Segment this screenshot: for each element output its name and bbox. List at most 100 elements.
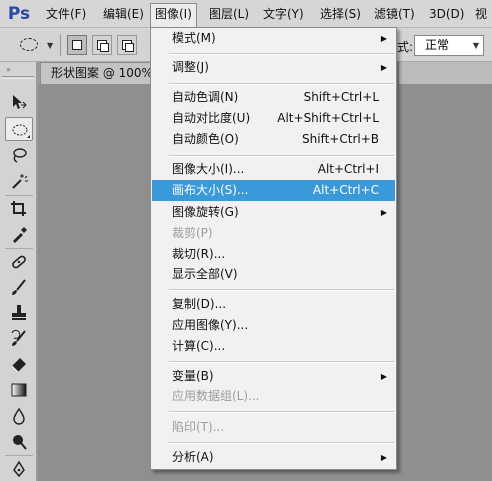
- menu-layer[interactable]: 图层(L): [205, 5, 253, 23]
- menu-edit[interactable]: 编辑(E): [99, 5, 148, 23]
- menu-item-apply-image[interactable]: 应用图像(Y)...: [152, 315, 395, 336]
- submenu-arrow-icon: ▶: [380, 63, 387, 72]
- subtract-from-selection-button[interactable]: [117, 35, 137, 55]
- eraser-glyph: [11, 358, 26, 373]
- panel-tab-strip: [398, 62, 492, 84]
- style-select[interactable]: 正常 ▼: [414, 35, 484, 56]
- document-tab[interactable]: 形状图案 @ 100%: [40, 62, 152, 84]
- menu-item-shortcut: Alt+Ctrl+C: [312, 183, 379, 197]
- clone-stamp-glyph: [12, 305, 26, 320]
- blur-drop-glyph: [13, 407, 25, 425]
- tool-divider: [5, 248, 33, 249]
- menu-3d[interactable]: 3D(D): [425, 5, 468, 23]
- menu-item-label: 自动对比度(U): [172, 111, 251, 125]
- menu-item-label: 裁剪(P): [172, 226, 213, 240]
- gradient-tool-icon[interactable]: [5, 378, 33, 402]
- menu-bar: Ps 文件(F) 编辑(E) 图像(I) 图层(L) 文字(Y) 选择(S) 滤…: [0, 0, 492, 28]
- photoshop-logo: Ps: [7, 4, 31, 24]
- menu-item-label: 显示全部(V): [172, 267, 238, 281]
- menu-file[interactable]: 文件(F): [42, 5, 90, 23]
- menu-item-trap: 陷印(T)...: [152, 417, 395, 438]
- menu-separator: [169, 411, 394, 413]
- menu-item-label: 图像大小(I)...: [172, 162, 245, 176]
- menu-item-label: 自动颜色(O): [172, 132, 239, 146]
- menu-type[interactable]: 文字(Y): [259, 5, 308, 23]
- menu-separator: [169, 53, 394, 55]
- menu-item-canvas-size[interactable]: 画布大小(S)... Alt+Ctrl+C: [152, 180, 395, 201]
- dodge-glyph: [13, 435, 27, 450]
- menu-item-label: 陷印(T)...: [172, 420, 225, 434]
- dodge-tool-icon[interactable]: [5, 430, 33, 454]
- crop-tool-icon[interactable]: [5, 197, 33, 221]
- gradient-glyph: [11, 383, 27, 397]
- menu-select[interactable]: 选择(S): [316, 5, 365, 23]
- tool-divider: [5, 195, 33, 196]
- brush-tool-icon[interactable]: [5, 275, 33, 299]
- eyedropper-glyph: [13, 227, 27, 243]
- healing-brush-tool-icon[interactable]: [5, 250, 33, 274]
- lasso-glyph: [13, 148, 27, 163]
- clone-stamp-tool-icon[interactable]: [5, 301, 33, 325]
- menu-item-label: 复制(D)...: [172, 297, 227, 311]
- divider: [60, 34, 61, 56]
- menu-item-label: 模式(M): [172, 31, 216, 45]
- pen-tool-icon[interactable]: [5, 457, 33, 481]
- menu-separator: [169, 155, 394, 157]
- history-brush-tool-icon[interactable]: [5, 326, 33, 350]
- magic-wand-glyph: [12, 174, 28, 189]
- menu-item-label: 自动色调(N): [172, 90, 239, 104]
- menu-item-label: 计算(C)...: [172, 339, 226, 353]
- image-menu-dropdown: 模式(M) ▶ 调整(J) ▶ 自动色调(N) Shift+Ctrl+L 自动对…: [150, 27, 397, 470]
- eyedropper-tool-icon[interactable]: [5, 223, 33, 247]
- menu-item-auto-tone[interactable]: 自动色调(N) Shift+Ctrl+L: [152, 87, 395, 108]
- elliptical-marquee-tool-icon[interactable]: [5, 117, 33, 141]
- chevron-down-icon[interactable]: ▼: [47, 41, 53, 50]
- new-selection-icon: [72, 40, 82, 50]
- menu-item-variables[interactable]: 变量(B) ▶: [152, 366, 395, 387]
- menu-separator: [169, 83, 394, 85]
- menu-item-analysis[interactable]: 分析(A) ▶: [152, 447, 395, 468]
- menu-item-duplicate[interactable]: 复制(D)...: [152, 294, 395, 315]
- style-select-value: 正常: [425, 38, 450, 52]
- menu-item-image-rotation[interactable]: 图像旋转(G) ▶: [152, 202, 395, 223]
- marquee-preset-icon[interactable]: [20, 38, 38, 51]
- add-selection-icon-overlay: [100, 43, 109, 52]
- menu-item-label: 图像旋转(G): [172, 205, 239, 219]
- lasso-tool-icon[interactable]: [5, 143, 33, 167]
- style-label: 式:: [397, 40, 414, 54]
- crop-glyph: [11, 201, 26, 216]
- menu-item-label: 调整(J): [172, 60, 209, 74]
- move-tool-glyph: [13, 95, 27, 109]
- menu-item-label: 应用数据组(L)...: [172, 389, 260, 403]
- subtract-selection-icon-overlay: [125, 43, 134, 52]
- blur-tool-icon[interactable]: [5, 404, 33, 428]
- collapse-icon[interactable]: »: [6, 65, 11, 74]
- menu-item-calculations[interactable]: 计算(C)...: [152, 336, 395, 357]
- pen-glyph: [13, 460, 25, 478]
- menu-item-label: 画布大小(S)...: [172, 183, 249, 197]
- menu-item-label: 分析(A): [172, 450, 214, 464]
- menu-item-mode[interactable]: 模式(M) ▶: [152, 28, 395, 49]
- menu-item-trim[interactable]: 裁切(R)...: [152, 244, 395, 265]
- magic-wand-tool-icon[interactable]: [5, 169, 33, 193]
- menu-item-shortcut: Shift+Ctrl+B: [302, 132, 379, 146]
- menu-item-crop: 裁剪(P): [152, 223, 395, 244]
- toolbox-handle[interactable]: [2, 76, 34, 79]
- menu-item-adjustments[interactable]: 调整(J) ▶: [152, 57, 395, 78]
- new-selection-button[interactable]: [67, 35, 87, 55]
- menu-item-reveal-all[interactable]: 显示全部(V): [152, 264, 395, 285]
- menu-item-shortcut: Alt+Shift+Ctrl+L: [277, 111, 379, 125]
- menu-item-auto-contrast[interactable]: 自动对比度(U) Alt+Shift+Ctrl+L: [152, 108, 395, 129]
- toolbox: »: [0, 62, 37, 481]
- submenu-arrow-icon: ▶: [380, 34, 387, 43]
- menu-image[interactable]: 图像(I): [150, 3, 197, 28]
- add-to-selection-button[interactable]: [92, 35, 112, 55]
- menu-item-image-size[interactable]: 图像大小(I)... Alt+Ctrl+I: [152, 159, 395, 180]
- brush-glyph: [12, 279, 26, 295]
- menu-item-auto-color[interactable]: 自动颜色(O) Shift+Ctrl+B: [152, 129, 395, 150]
- menu-filter[interactable]: 滤镜(T): [370, 5, 419, 23]
- menu-view[interactable]: 视: [471, 5, 491, 23]
- move-tool-icon[interactable]: [5, 90, 33, 114]
- tool-flyout-indicator: [27, 135, 30, 138]
- eraser-tool-icon[interactable]: [5, 352, 33, 376]
